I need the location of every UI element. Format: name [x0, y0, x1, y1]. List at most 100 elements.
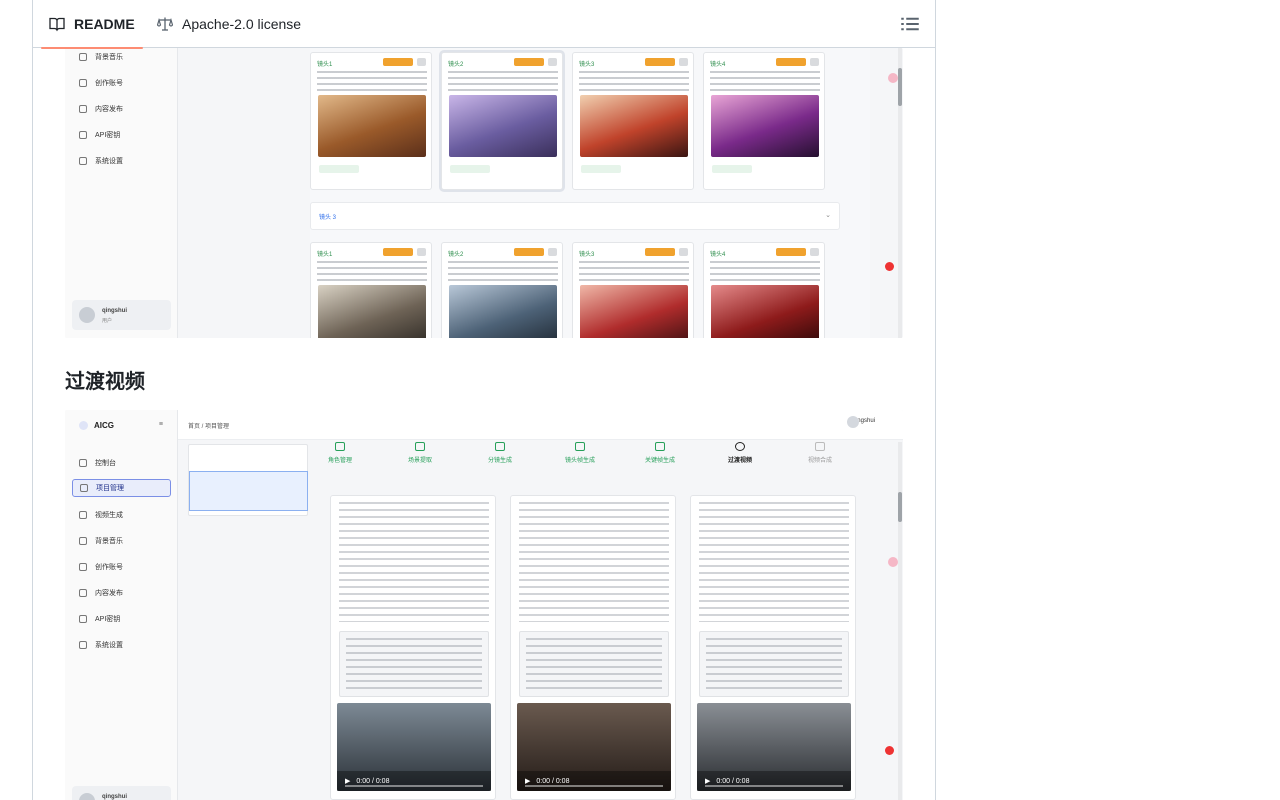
floating-logo-icon[interactable] — [885, 746, 894, 755]
video-controls[interactable]: ▶ 0:00 / 0:08 — [517, 771, 671, 791]
play-icon[interactable]: ▶ — [525, 777, 530, 785]
video-player[interactable]: ▶ 0:00 / 0:08 — [697, 703, 851, 791]
menu-icon[interactable]: ≡ — [159, 421, 163, 428]
breadcrumb: 首页 / 项目管理 — [188, 424, 230, 430]
play-icon[interactable]: ▶ — [705, 777, 710, 785]
app-logo: AICG — [79, 421, 114, 430]
step-icon — [655, 442, 665, 451]
avatar — [79, 307, 95, 323]
outline-list-icon[interactable] — [900, 14, 920, 34]
sidebar-item: 系统设置 — [79, 156, 123, 166]
step-icon — [335, 442, 345, 451]
music-icon — [79, 537, 87, 545]
step-item-active[interactable]: 过渡视频 — [710, 442, 770, 464]
prompt-textarea[interactable] — [699, 631, 849, 697]
sidebar-item[interactable]: API密钥 — [79, 614, 120, 624]
sidebar-item[interactable]: 创作账号 — [79, 562, 123, 572]
step-item[interactable]: 视频合成 — [790, 442, 850, 464]
description-text — [339, 502, 489, 622]
video-controls[interactable]: ▶ 0:00 / 0:08 — [697, 771, 851, 791]
tab-readme[interactable]: README — [41, 0, 143, 49]
settings-icon — [417, 58, 426, 66]
video-time: 0:00 / 0:08 — [536, 777, 570, 785]
group-label: 镜头 3 — [319, 215, 337, 221]
transition-column: ▶ 0:00 / 0:08 — [510, 495, 676, 800]
step-icon — [815, 442, 825, 451]
user-icon — [79, 563, 87, 571]
floating-helper-icon[interactable] — [888, 557, 898, 567]
sidebar-item[interactable]: 视频生成 — [79, 510, 123, 520]
sidebar-item-active[interactable]: 项目管理 — [72, 479, 171, 497]
logo-icon — [79, 421, 88, 430]
shot-card: 镜头1 — [310, 52, 432, 190]
user-card: qingshui — [72, 786, 171, 800]
scale-icon — [157, 17, 173, 31]
card-text — [317, 261, 427, 281]
app-sidebar: AICG ≡ 控制台 项目管理 视频生成 背景音乐 创作账号 内容发布 API密… — [65, 410, 178, 800]
step-label: 镜头帧生成 — [564, 458, 595, 464]
card-text — [579, 261, 689, 281]
video-progress[interactable] — [705, 785, 843, 787]
video-progress[interactable] — [525, 785, 663, 787]
avatar[interactable] — [847, 416, 859, 428]
video-player[interactable]: ▶ 0:00 / 0:08 — [337, 703, 491, 791]
card-title: 镜头1 — [317, 252, 333, 258]
shot-group-header[interactable]: 镜头 3 ⌄ — [310, 202, 840, 230]
scrollbar-thumb[interactable] — [898, 68, 902, 106]
video-time: 0:00 / 0:08 — [716, 777, 750, 785]
sidebar-item[interactable]: 背景音乐 — [79, 536, 123, 546]
step-item[interactable]: 镜头帧生成 — [550, 442, 610, 464]
screenshot-storyboard: 背景音乐 创作账号 内容发布 API密钥 系统设置 qingshui 用户 镜头… — [65, 48, 903, 338]
app-topbar: 首页 / 项目管理 qingshui — [178, 410, 903, 440]
step-item[interactable]: 场景提取 — [390, 442, 450, 464]
sidebar-item[interactable]: 控制台 — [79, 458, 116, 468]
description-text — [699, 502, 849, 622]
floating-helper-icon[interactable] — [888, 73, 898, 83]
step-label: 场景提取 — [407, 458, 432, 464]
card-text — [317, 71, 427, 91]
generate-tag — [645, 58, 675, 66]
shot-card: 镜头3 — [572, 242, 694, 338]
floating-logo-icon[interactable] — [885, 262, 894, 271]
play-icon[interactable]: ▶ — [345, 777, 350, 785]
send-icon — [79, 589, 87, 597]
sidebar-item-label: 内容发布 — [95, 106, 123, 113]
chevron-down-icon[interactable]: ⌄ — [825, 211, 831, 219]
sidebar-item[interactable]: 内容发布 — [79, 588, 123, 598]
video-time: 0:00 / 0:08 — [356, 777, 390, 785]
card-title: 镜头2 — [448, 252, 464, 258]
sidebar-item[interactable]: 系统设置 — [79, 640, 123, 650]
video-progress[interactable] — [345, 785, 483, 787]
card-text — [710, 71, 820, 91]
sidebar-item: API密钥 — [79, 130, 120, 140]
sidebar-item-label: 控制台 — [95, 460, 116, 467]
prompt-textarea[interactable] — [339, 631, 489, 697]
step-item[interactable]: 角色管理 — [310, 442, 370, 464]
card-image — [318, 285, 426, 338]
card-image — [449, 95, 557, 157]
sidebar-item-label: API密钥 — [95, 132, 121, 139]
card-image — [580, 285, 688, 338]
user-name: qingshui — [102, 794, 127, 800]
step-icon — [495, 442, 505, 451]
project-item-selected[interactable] — [189, 471, 308, 511]
video-controls[interactable]: ▶ 0:00 / 0:08 — [337, 771, 491, 791]
sidebar-item-label: 视频生成 — [95, 512, 123, 519]
workflow-steps: 角色管理 场景提取 分镜生成 镜头帧生成 关键帧生成 过渡视频 视频合成 — [310, 442, 870, 482]
transition-column: ▶ 0:00 / 0:08 — [330, 495, 496, 800]
sidebar-item: 内容发布 — [79, 104, 123, 114]
sidebar-item: 背景音乐 — [79, 52, 123, 62]
video-player[interactable]: ▶ 0:00 / 0:08 — [517, 703, 671, 791]
sidebar-item-label: 背景音乐 — [95, 538, 123, 545]
generate-tag — [383, 58, 413, 66]
tab-license[interactable]: Apache-2.0 license — [157, 0, 301, 48]
shot-card: 镜头3 — [572, 52, 694, 190]
app-sidebar: 背景音乐 创作账号 内容发布 API密钥 系统设置 qingshui 用户 — [65, 48, 178, 338]
card-text — [710, 261, 820, 281]
card-label — [712, 165, 752, 173]
step-item[interactable]: 分镜生成 — [470, 442, 530, 464]
step-item[interactable]: 关键帧生成 — [630, 442, 690, 464]
scrollbar-thumb[interactable] — [898, 492, 902, 522]
prompt-textarea[interactable] — [519, 631, 669, 697]
sidebar-item-label: 内容发布 — [95, 590, 123, 597]
